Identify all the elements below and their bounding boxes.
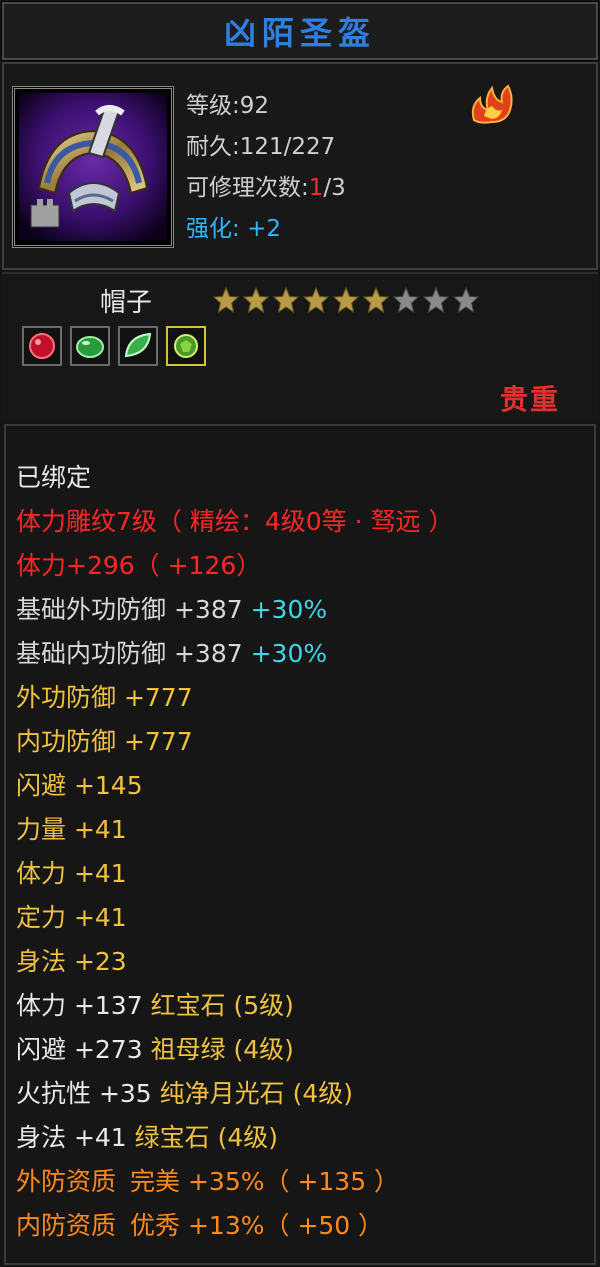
quality2-value: +13%（ +50 ） bbox=[187, 1211, 384, 1240]
red-gem-icon bbox=[29, 333, 55, 359]
quality1-line: 外防资质 完美 +35%（ +135 ） bbox=[16, 1160, 453, 1204]
stamina-total-line: 体力+296（ +126） bbox=[16, 551, 262, 580]
repair-count: 可修理次数:1/3 bbox=[186, 168, 346, 209]
gem2-stat: 闪避 +273 bbox=[16, 1035, 143, 1064]
gem-slots bbox=[22, 326, 206, 366]
base-outer-def-name: 基础外功防御 bbox=[16, 595, 167, 624]
gem4-line: 身法 +41 绿宝石 (4级) bbox=[16, 1116, 453, 1160]
gem3-name: 纯净月光石 (4级) bbox=[159, 1079, 354, 1108]
bound-status: 已绑定 bbox=[16, 463, 92, 492]
item-stats: 等级:92 耐久:121/227 可修理次数:1/3 强化: +2 bbox=[186, 86, 346, 250]
star-filled-icon bbox=[242, 286, 270, 314]
focus-line: 定力 +41 bbox=[16, 903, 127, 932]
strength-value: +2 bbox=[247, 216, 281, 242]
quality1-value: +35%（ +135 ） bbox=[187, 1167, 400, 1196]
gem4-stat: 身法 +41 bbox=[16, 1123, 127, 1152]
quality2-line: 内防资质 优秀 +13%（ +50 ） bbox=[16, 1204, 453, 1248]
rarity-label: 贵重 bbox=[499, 383, 560, 416]
base-inner-def-name: 基础内功防御 bbox=[16, 639, 167, 668]
star-rating bbox=[212, 286, 480, 314]
gem-slot-4[interactable] bbox=[166, 326, 206, 366]
star-filled-icon bbox=[212, 286, 240, 314]
star-empty-icon bbox=[452, 286, 480, 314]
repair-label: 可修理次数: bbox=[186, 175, 309, 201]
power-line: 力量 +41 bbox=[16, 815, 127, 844]
quality1-grade: 完美 bbox=[130, 1167, 181, 1196]
star-empty-icon bbox=[392, 286, 420, 314]
star-filled-icon bbox=[362, 286, 390, 314]
star-filled-icon bbox=[332, 286, 360, 314]
gem3-stat: 火抗性 +35 bbox=[16, 1079, 152, 1108]
gem1-line: 体力 +137 红宝石 (5级) bbox=[16, 984, 453, 1028]
base-inner-def-value: +387 bbox=[173, 639, 243, 668]
inner-def-line: 内功防御 +777 bbox=[16, 727, 193, 756]
attribute-list: 已绑定 体力雕纹7级（ 精绘：4级0等 · 驽远 ） 体力+296（ +126）… bbox=[16, 456, 453, 1248]
durability-label: 耐久:121/227 bbox=[186, 134, 336, 160]
outer-def-line: 外功防御 +777 bbox=[16, 683, 193, 712]
gem-slot-3[interactable] bbox=[118, 326, 158, 366]
attribute-box: 已绑定 体力雕纹7级（ 精绘：4级0等 · 驽远 ） 体力+296（ +126）… bbox=[4, 424, 596, 1265]
gem2-line: 闪避 +273 祖母绿 (4级) bbox=[16, 1028, 453, 1072]
helmet-icon bbox=[19, 93, 167, 241]
dodge-line: 闪避 +145 bbox=[16, 771, 143, 800]
strength-label: 强化: bbox=[186, 216, 240, 242]
green-orb-icon bbox=[174, 334, 198, 358]
gem1-name: 红宝石 (5级) bbox=[150, 991, 294, 1020]
star-filled-icon bbox=[302, 286, 330, 314]
title-bar: 凶陌圣盔 bbox=[1, 1, 599, 61]
repair-current: 1 bbox=[308, 175, 324, 201]
base-inner-def-line: 基础内功防御 +387 +30% bbox=[16, 632, 453, 676]
base-outer-def-value: +387 bbox=[173, 595, 243, 624]
item-tooltip-panel: 凶陌圣盔 等级:92 耐久:121/227 可修理次数:1/3 强化: +2 帽… bbox=[0, 0, 600, 1267]
gem-slot-2[interactable] bbox=[70, 326, 110, 366]
engraving-line: 体力雕纹7级（ 精绘：4级0等 · 驽远 ） bbox=[16, 507, 454, 536]
quality1-name: 外防资质 bbox=[16, 1167, 117, 1196]
item-icon-frame bbox=[12, 86, 174, 248]
gem-slot-1[interactable] bbox=[22, 326, 62, 366]
gem3-line: 火抗性 +35 纯净月光石 (4级) bbox=[16, 1072, 453, 1116]
star-filled-icon bbox=[272, 286, 300, 314]
base-outer-def-line: 基础外功防御 +387 +30% bbox=[16, 588, 453, 632]
fire-element-icon bbox=[471, 84, 513, 124]
item-type-box: 帽子 贵重 bbox=[2, 272, 598, 420]
star-empty-icon bbox=[422, 286, 450, 314]
green-leaf-icon bbox=[124, 332, 152, 358]
item-type: 帽子 bbox=[100, 288, 153, 318]
green-jade-icon bbox=[76, 336, 104, 358]
agility-line: 身法 +23 bbox=[16, 947, 127, 976]
quality2-grade: 优秀 bbox=[130, 1211, 181, 1240]
item-name: 凶陌圣盔 bbox=[223, 14, 376, 52]
level-label: 等级:92 bbox=[186, 93, 270, 119]
repair-total: /3 bbox=[323, 175, 346, 201]
gem2-name: 祖母绿 (4级) bbox=[150, 1035, 294, 1064]
item-info-box: 等级:92 耐久:121/227 可修理次数:1/3 强化: +2 bbox=[2, 62, 598, 270]
strength-level: 强化: +2 bbox=[186, 209, 346, 250]
gem1-stat: 体力 +137 bbox=[16, 991, 143, 1020]
stamina-line: 体力 +41 bbox=[16, 859, 127, 888]
quality2-name: 内防资质 bbox=[16, 1211, 117, 1240]
gem4-name: 绿宝石 (4级) bbox=[134, 1123, 279, 1152]
base-outer-def-bonus: +30% bbox=[250, 595, 328, 624]
base-inner-def-bonus: +30% bbox=[250, 639, 328, 668]
